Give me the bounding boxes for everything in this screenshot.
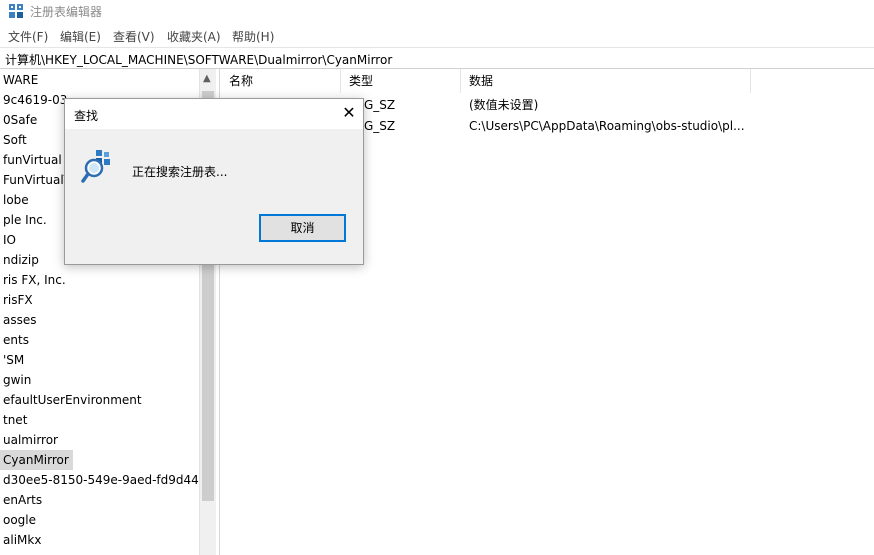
tree-item[interactable]: ents xyxy=(3,330,29,350)
tree-item[interactable]: efaultUserEnvironment xyxy=(3,390,142,410)
find-dialog: 查找 ✕ 正在搜索注册表... 取消 xyxy=(64,98,364,265)
menu-file[interactable]: 文件(F) xyxy=(8,28,48,45)
tree-item-selected[interactable]: CyanMirror xyxy=(0,450,73,470)
tree-item[interactable]: d30ee5-8150-549e-9aed-fd9d444 xyxy=(3,470,199,490)
tree-item[interactable]: enArts xyxy=(3,490,42,510)
tree-item[interactable]: 0Safe xyxy=(3,110,37,130)
menu-bar: 文件(F) 编辑(E) 查看(V) 收藏夹(A) 帮助(H) xyxy=(0,24,874,46)
menu-edit[interactable]: 编辑(E) xyxy=(60,28,101,45)
tree-item[interactable]: ple Inc. xyxy=(3,210,47,230)
tree-item[interactable]: ndizip xyxy=(3,250,39,270)
column-header-type[interactable]: 类型 xyxy=(341,69,461,93)
menu-favorites[interactable]: 收藏夹(A) xyxy=(167,28,221,45)
tree-item[interactable]: risFX xyxy=(3,290,33,310)
tree-item[interactable]: Soft xyxy=(3,130,27,150)
tree-item[interactable]: ualmirror xyxy=(3,430,58,450)
cancel-button[interactable]: 取消 xyxy=(259,214,346,242)
column-header-name[interactable]: 名称 xyxy=(221,69,341,93)
address-bar[interactable]: 计算机\HKEY_LOCAL_MACHINE\SOFTWARE\Dualmirr… xyxy=(0,47,874,69)
row-data[interactable]: C:\Users\PC\AppData\Roaming\obs-studio\p… xyxy=(469,116,745,136)
close-icon[interactable]: ✕ xyxy=(339,103,359,123)
menu-help[interactable]: 帮助(H) xyxy=(232,28,274,45)
window-title: 注册表编辑器 xyxy=(30,5,103,19)
tree-item[interactable]: lobe xyxy=(3,190,29,210)
row-data[interactable]: (数值未设置) xyxy=(469,95,538,115)
scroll-up-arrow-icon[interactable]: ▲ xyxy=(203,73,211,84)
tree-item[interactable]: funVirtual xyxy=(3,150,62,170)
tree-item[interactable]: gwin xyxy=(3,370,31,390)
dialog-title-bar[interactable]: 查找 ✕ xyxy=(65,99,363,129)
menu-view[interactable]: 查看(V) xyxy=(113,28,155,45)
tree-item[interactable]: IO xyxy=(3,230,16,250)
tree-item[interactable]: tnet xyxy=(3,410,27,430)
tree-item[interactable]: 9c4619-03 xyxy=(3,90,67,110)
address-path[interactable]: 计算机\HKEY_LOCAL_MACHINE\SOFTWARE\Dualmirr… xyxy=(5,51,392,68)
tree-item[interactable]: ris FX, Inc. xyxy=(3,270,66,290)
dialog-message: 正在搜索注册表... xyxy=(132,165,228,179)
tree-item[interactable]: aliMkx xyxy=(3,530,41,550)
registry-search-icon xyxy=(81,150,110,183)
row-type[interactable]: G_SZ xyxy=(364,116,395,136)
tree-item[interactable]: asses xyxy=(3,310,37,330)
tree-item[interactable]: FunVirtualT xyxy=(3,170,71,190)
row-type[interactable]: G_SZ xyxy=(364,95,395,115)
column-header-data[interactable]: 数据 xyxy=(461,69,751,93)
title-bar: 注册表编辑器 xyxy=(0,0,874,22)
tree-item[interactable]: 'SM xyxy=(3,350,24,370)
tree-item[interactable]: oogle xyxy=(3,510,36,530)
regedit-icon xyxy=(9,4,23,18)
tree-item[interactable]: WARE xyxy=(3,70,38,90)
dialog-title: 查找 xyxy=(74,109,99,123)
